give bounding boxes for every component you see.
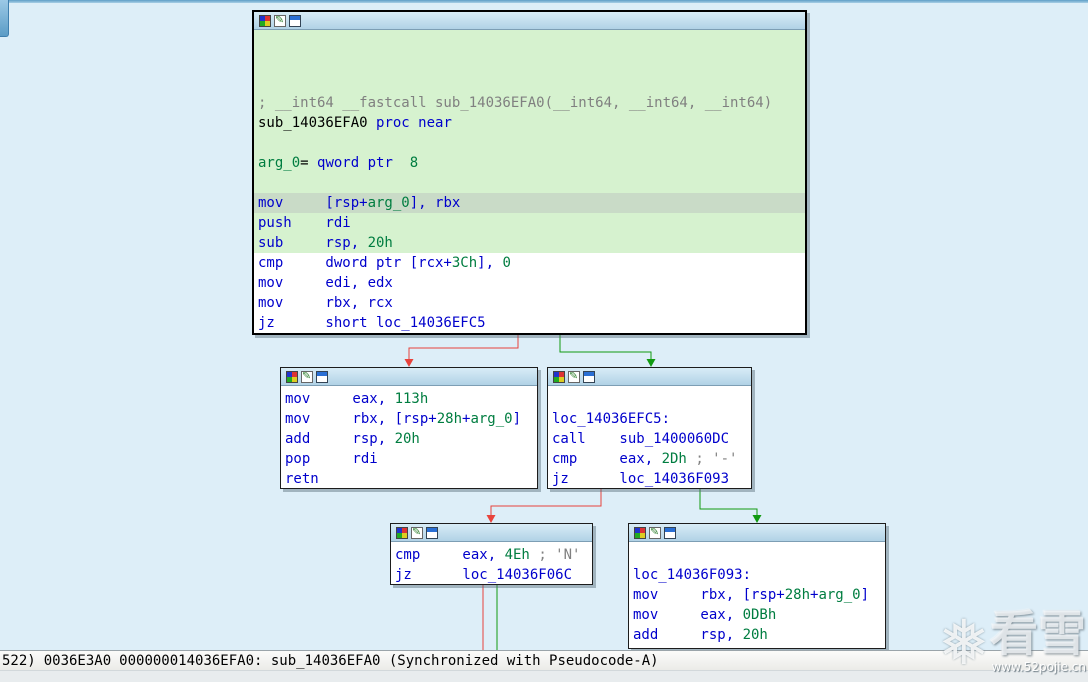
code-line[interactable]: pop rdi — [285, 449, 537, 469]
code-line[interactable]: jz loc_14036F093 — [552, 469, 751, 488]
open-window-icon[interactable] — [664, 526, 676, 539]
graph-node-4[interactable]: loc_14036F093:mov rbx, [rsp+28h+arg_0]mo… — [628, 523, 886, 649]
code-line[interactable]: push rdi — [258, 213, 805, 233]
open-window-icon[interactable] — [289, 14, 301, 27]
code-line[interactable]: cmp dword ptr [rcx+3Ch], 0 — [258, 253, 805, 273]
code-line[interactable]: sub_14036EFA0 proc near — [258, 113, 805, 133]
code-line[interactable]: arg_0= qword ptr 8 — [258, 153, 805, 173]
node-body: mov eax, 113h mov rbx, [rsp+28h+arg_0] add… — [281, 386, 537, 488]
window-bottom-edge — [0, 670, 1088, 682]
edit-node-icon[interactable] — [274, 14, 286, 27]
node-color-icon[interactable] — [259, 14, 271, 27]
edit-node-icon[interactable] — [568, 370, 580, 383]
open-window-icon[interactable] — [426, 526, 438, 539]
code-line[interactable] — [258, 53, 805, 73]
node-color-icon[interactable] — [286, 370, 298, 383]
status-line-number: 522) — [2, 652, 36, 669]
node-body: loc_14036F093: mov rbx, [rsp+28h+arg_0] mo… — [629, 542, 885, 645]
code-line[interactable]: add rsp, 20h — [285, 429, 537, 449]
node-titlebar[interactable] — [629, 524, 885, 542]
graph-canvas[interactable]: ; __int64 __fastcall sub_14036EFA0(__int… — [0, 0, 1088, 682]
code-line[interactable]: loc_14036EFC5: — [552, 409, 751, 429]
node-titlebar[interactable] — [548, 368, 751, 386]
code-line[interactable]: mov rbx, [rsp+28h+arg_0] — [633, 585, 885, 605]
code-line[interactable]: call sub_1400060DC — [552, 429, 751, 449]
graph-node-2[interactable]: loc_14036EFC5:call sub_1400060DCcmp eax,… — [547, 367, 752, 489]
graph-node-0[interactable]: ; __int64 __fastcall sub_14036EFA0(__int… — [252, 10, 807, 335]
graph-node-1[interactable]: mov eax, 113hmov rbx, [rsp+28h+arg_0]add… — [280, 367, 538, 489]
code-line[interactable]: retn — [285, 469, 537, 488]
code-line[interactable]: jz loc_14036F06C — [395, 565, 592, 584]
code-line[interactable]: ; __int64 __fastcall sub_14036EFA0(__int… — [258, 93, 805, 113]
code-line[interactable]: mov rbx, rcx — [258, 293, 805, 313]
node-titlebar[interactable] — [391, 524, 592, 542]
node-titlebar[interactable] — [281, 368, 537, 386]
code-line[interactable]: sub rsp, 20h — [258, 233, 805, 253]
node-color-icon[interactable] — [553, 370, 565, 383]
code-line[interactable]: jz short loc_14036EFC5 — [258, 313, 805, 333]
code-line[interactable] — [258, 33, 805, 53]
code-line[interactable] — [633, 545, 885, 565]
node-color-icon[interactable] — [396, 526, 408, 539]
node-body: cmp eax, 4Eh ; 'N' jz loc_14036F06C — [391, 542, 592, 584]
edit-node-icon[interactable] — [411, 526, 423, 539]
code-line[interactable] — [258, 133, 805, 153]
code-line[interactable]: add rsp, 20h — [633, 625, 885, 645]
edit-node-icon[interactable] — [301, 370, 313, 383]
graph-node-3[interactable]: cmp eax, 4Eh ; 'N'jz loc_14036F06C — [390, 523, 593, 585]
code-line[interactable]: loc_14036F093: — [633, 565, 885, 585]
code-line[interactable]: mov rbx, [rsp+28h+arg_0] — [285, 409, 537, 429]
code-line[interactable]: mov eax, 0DBh — [633, 605, 885, 625]
edit-node-icon[interactable] — [649, 526, 661, 539]
node-body: ; __int64 __fastcall sub_14036EFA0(__int… — [254, 30, 805, 333]
code-line[interactable] — [552, 389, 751, 409]
status-main-text: 000000014036EFA0: sub_14036EFA0 (Synchro… — [119, 652, 659, 669]
code-line[interactable]: mov eax, 113h — [285, 389, 537, 409]
code-line[interactable] — [258, 173, 805, 193]
node-titlebar[interactable] — [254, 12, 805, 30]
code-line[interactable]: mov [rsp+arg_0], rbx — [258, 193, 805, 213]
open-window-icon[interactable] — [583, 370, 595, 383]
code-line[interactable]: cmp eax, 2Dh ; '-' — [552, 449, 751, 469]
code-line[interactable]: mov edi, edx — [258, 273, 805, 293]
status-address-short: 0036E3A0 — [43, 652, 112, 669]
code-line[interactable] — [258, 73, 805, 93]
open-window-icon[interactable] — [316, 370, 328, 383]
ida-graph-view: ; __int64 __fastcall sub_14036EFA0(__int… — [0, 0, 1088, 682]
node-color-icon[interactable] — [634, 526, 646, 539]
status-bar: 522) 0036E3A0 000000014036EFA0: sub_1403… — [0, 650, 1088, 670]
code-line[interactable]: cmp eax, 4Eh ; 'N' — [395, 545, 592, 565]
node-body: loc_14036EFC5: call sub_1400060DC cmp eax,… — [548, 386, 751, 488]
